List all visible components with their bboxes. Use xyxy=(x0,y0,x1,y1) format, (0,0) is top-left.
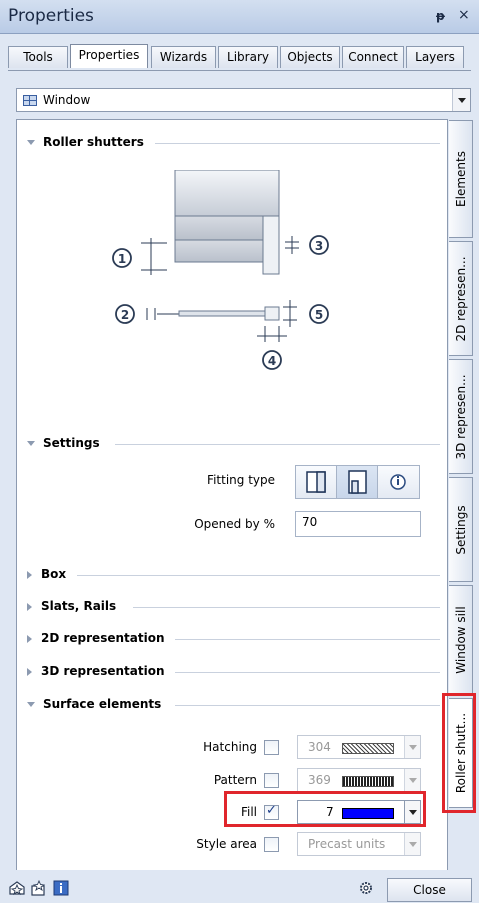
section-title: 3D representation xyxy=(41,664,165,678)
style-area-checkbox[interactable] xyxy=(264,837,279,852)
properties-panel: Tools Properties Wizards Library Objects… xyxy=(0,34,479,903)
tab-properties[interactable]: Properties xyxy=(70,44,148,68)
fitting-type-buttons xyxy=(295,465,420,499)
chevron-down-icon xyxy=(458,98,466,103)
guide-rail xyxy=(262,215,280,275)
section-box[interactable]: Box xyxy=(27,567,66,581)
slat-lower xyxy=(174,239,264,263)
opened-by-label: Opened by % xyxy=(194,517,275,531)
section-title: Settings xyxy=(43,436,100,450)
pattern-label: Pattern xyxy=(213,773,257,787)
collapse-triangle-icon xyxy=(27,702,35,707)
expand-triangle-icon xyxy=(27,570,32,579)
bottom-rail xyxy=(178,310,266,317)
properties-content: Roller shutters 1 3 2 5 4 Settings Fitti… xyxy=(16,119,448,871)
section-rule xyxy=(175,705,440,706)
chevron-down-icon xyxy=(409,778,417,783)
expand-triangle-icon xyxy=(27,602,32,611)
chevron-down-icon xyxy=(409,842,417,847)
title-bar: Properties ᵽ × xyxy=(0,0,479,34)
section-rule xyxy=(115,444,440,445)
style-area-value: Precast units xyxy=(308,837,386,851)
pattern-swatch xyxy=(342,776,394,787)
favorites-open-icon[interactable] xyxy=(8,880,26,896)
tab-divider xyxy=(8,70,471,71)
favorites-save-icon[interactable] xyxy=(30,880,48,896)
section-rule xyxy=(133,607,440,608)
section-rule xyxy=(77,575,440,576)
hatching-checkbox[interactable] xyxy=(264,740,279,755)
style-area-arrow[interactable] xyxy=(404,833,420,855)
pin-icon[interactable]: ᵽ xyxy=(436,9,445,23)
pattern-arrow[interactable] xyxy=(404,769,420,791)
section-title: 2D representation xyxy=(41,631,165,645)
section-rule xyxy=(175,639,440,640)
slat-upper xyxy=(174,215,264,241)
fitting-type-label: Fitting type xyxy=(207,473,275,487)
close-button[interactable]: Close xyxy=(387,878,472,902)
fitting-type-inside-button[interactable] xyxy=(337,466,378,498)
expand-triangle-icon xyxy=(27,634,32,643)
svg-text:3: 3 xyxy=(315,239,323,253)
svg-text:5: 5 xyxy=(315,308,323,322)
object-type-select[interactable]: Window xyxy=(16,88,471,112)
side-tab-highlight xyxy=(442,693,476,813)
window-grid-icon xyxy=(23,95,37,106)
side-tab-2d-representation[interactable]: 2D represen... xyxy=(449,241,473,356)
collapse-triangle-icon xyxy=(27,140,35,145)
section-roller-shutters[interactable]: Roller shutters xyxy=(27,135,144,149)
tab-wizards[interactable]: Wizards xyxy=(151,46,216,68)
dropdown-arrow-button[interactable] xyxy=(452,89,470,111)
section-title: Slats, Rails xyxy=(41,599,117,613)
section-title: Box xyxy=(41,567,67,581)
svg-text:4: 4 xyxy=(268,354,276,368)
tab-connect[interactable]: Connect xyxy=(342,46,404,68)
svg-text:2: 2 xyxy=(121,308,129,322)
gear-icon[interactable] xyxy=(357,880,375,896)
expand-triangle-icon xyxy=(27,667,32,676)
section-settings[interactable]: Settings xyxy=(27,436,100,450)
opened-by-input[interactable]: 70 xyxy=(295,511,421,537)
section-title: Surface elements xyxy=(43,697,162,711)
svg-text:1: 1 xyxy=(118,252,126,266)
fill-row-highlight xyxy=(224,791,426,827)
section-slats-rails[interactable]: Slats, Rails xyxy=(27,599,116,613)
side-tab-settings[interactable]: Settings xyxy=(449,477,473,582)
chevron-down-icon xyxy=(409,745,417,750)
hatching-arrow[interactable] xyxy=(404,736,420,758)
bottom-toolbar: Close xyxy=(0,870,479,903)
section-title: Roller shutters xyxy=(43,135,144,149)
section-3d-representation[interactable]: 3D representation xyxy=(27,664,165,678)
tab-tools[interactable]: Tools xyxy=(8,46,68,68)
tab-library[interactable]: Library xyxy=(218,46,278,68)
info-button[interactable] xyxy=(378,466,419,498)
style-area-label: Style area xyxy=(196,837,257,851)
pattern-value: 369 xyxy=(308,773,331,787)
fitting-type-outside-button[interactable] xyxy=(296,466,337,498)
section-rule xyxy=(155,143,440,144)
window-title: Properties xyxy=(8,6,94,26)
tab-layers[interactable]: Layers xyxy=(406,46,464,68)
section-surface-elements[interactable]: Surface elements xyxy=(27,697,161,711)
hatching-label: Hatching xyxy=(203,740,257,754)
collapse-triangle-icon xyxy=(27,441,35,446)
info-icon[interactable] xyxy=(52,880,70,896)
hatching-select[interactable]: 304 xyxy=(297,735,421,759)
close-icon[interactable]: × xyxy=(458,7,470,23)
pattern-select[interactable]: 369 xyxy=(297,768,421,792)
section-2d-representation[interactable]: 2D representation xyxy=(27,631,165,645)
hatching-swatch xyxy=(342,743,394,754)
side-tab-window-sill[interactable]: Window sill xyxy=(449,585,473,695)
hatching-value: 304 xyxy=(308,740,331,754)
tab-objects[interactable]: Objects xyxy=(280,46,340,68)
section-rule xyxy=(175,672,440,673)
pattern-checkbox[interactable] xyxy=(264,773,279,788)
style-area-select[interactable]: Precast units xyxy=(297,832,421,856)
side-tab-3d-representation[interactable]: 3D represen... xyxy=(449,359,473,474)
object-type-value: Window xyxy=(43,93,91,107)
side-tab-elements[interactable]: Elements xyxy=(449,120,473,238)
roller-shutter-diagram: 1 3 2 5 4 xyxy=(112,170,329,370)
shutter-box xyxy=(174,170,280,217)
